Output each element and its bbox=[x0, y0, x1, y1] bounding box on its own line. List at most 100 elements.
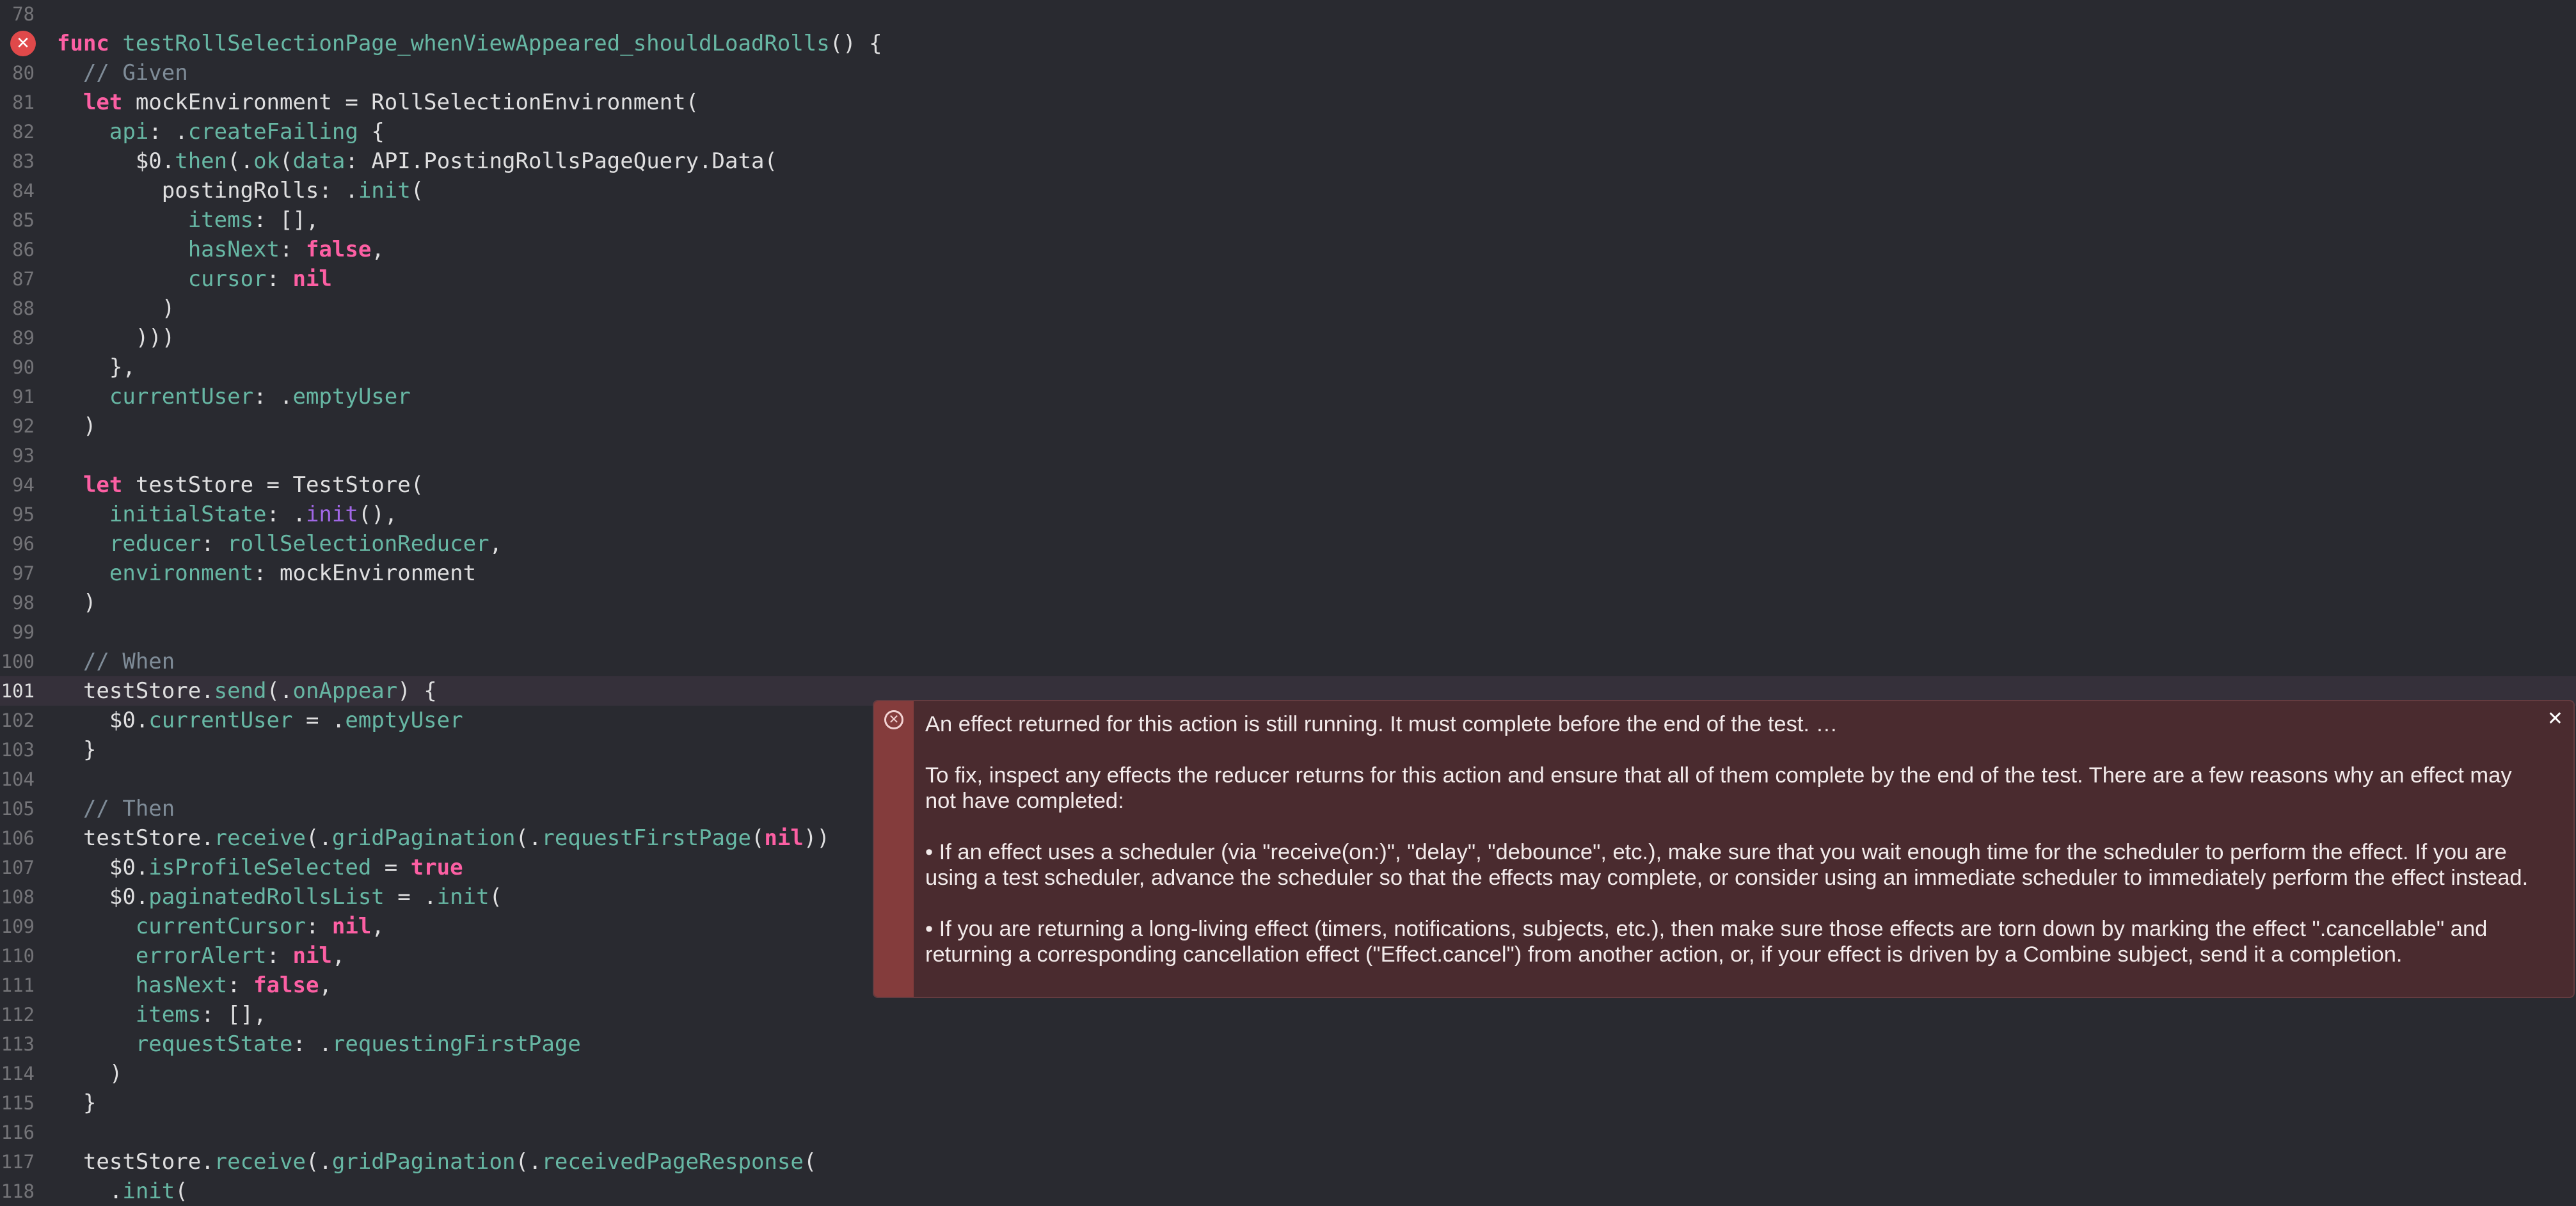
code-token: : bbox=[305, 914, 332, 939]
line-number: 84 bbox=[12, 180, 35, 202]
line-number: 112 bbox=[1, 1004, 35, 1026]
line-number: 113 bbox=[1, 1033, 35, 1055]
line-number: 93 bbox=[12, 445, 35, 466]
code-text: hasNext: false, bbox=[57, 971, 332, 1000]
code-line[interactable]: 92 ) bbox=[0, 411, 2576, 441]
code-line[interactable]: 84 postingRolls: .init( bbox=[0, 176, 2576, 205]
code-line[interactable]: 85 items: [], bbox=[0, 205, 2576, 235]
code-line[interactable]: 97 environment: mockEnvironment bbox=[0, 559, 2576, 588]
code-editor[interactable]: 78 ✕ func testRollSelectionPage_whenViewAp… bbox=[0, 0, 2576, 1204]
code-line[interactable]: 114 ) bbox=[0, 1059, 2576, 1088]
code-line[interactable]: 95 initialState: .init(), bbox=[0, 500, 2576, 529]
code-token: items bbox=[135, 1002, 202, 1027]
code-token: (. bbox=[266, 678, 293, 704]
line-number: 102 bbox=[1, 710, 35, 731]
code-line[interactable]: 86 hasNext: false, bbox=[0, 235, 2576, 264]
code-token: true bbox=[410, 855, 463, 880]
code-line[interactable]: 117 testStore.receive(.gridPagination(.r… bbox=[0, 1147, 2576, 1177]
code-line[interactable]: 88 ) bbox=[0, 294, 2576, 323]
code-token: init bbox=[358, 178, 411, 203]
code-text: currentUser: .emptyUser bbox=[57, 382, 411, 411]
code-token: send bbox=[214, 678, 267, 704]
line-number: 87 bbox=[12, 268, 35, 290]
line-number: 105 bbox=[1, 798, 35, 820]
code-line[interactable]: 90 }, bbox=[0, 353, 2576, 382]
code-token: = bbox=[371, 855, 411, 880]
error-summary: An effect returned for this action is st… bbox=[925, 712, 1838, 736]
line-number: 107 bbox=[1, 857, 35, 878]
code-text: reducer: rollSelectionReducer, bbox=[57, 529, 502, 559]
code-token: $0. bbox=[57, 855, 149, 880]
code-token: init bbox=[305, 502, 358, 527]
code-line[interactable]: 82 api: .createFailing { bbox=[0, 117, 2576, 147]
code-token: then bbox=[175, 148, 228, 174]
code-line[interactable]: 113 requestState: .requestingFirstPage bbox=[0, 1029, 2576, 1059]
line-number: 115 bbox=[1, 1092, 35, 1114]
code-line[interactable]: 112 items: [], bbox=[0, 1000, 2576, 1029]
code-text: $0.currentUser = .emptyUser bbox=[57, 706, 463, 735]
line-number: 118 bbox=[1, 1180, 35, 1202]
code-line[interactable]: ✕ func testRollSelectionPage_whenViewAppe… bbox=[0, 29, 2576, 58]
code-line[interactable]: 116 bbox=[0, 1118, 2576, 1147]
code-token: ( bbox=[410, 178, 424, 203]
line-number: 94 bbox=[12, 474, 35, 496]
line-number: 108 bbox=[1, 886, 35, 908]
code-token: : API.PostingRollsPageQuery.Data( bbox=[345, 148, 777, 174]
code-token: requestState bbox=[135, 1031, 293, 1057]
code-token: { bbox=[358, 119, 385, 145]
code-token: onAppear bbox=[292, 678, 398, 704]
code-token: : bbox=[280, 237, 306, 262]
code-line[interactable]: 100 // When bbox=[0, 647, 2576, 676]
code-line[interactable]: 83 $0.then(.ok(data: API.PostingRollsPag… bbox=[0, 147, 2576, 176]
code-token: // Then bbox=[57, 796, 175, 821]
code-text: api: .createFailing { bbox=[57, 117, 385, 147]
code-line[interactable]: 115 } bbox=[0, 1088, 2576, 1118]
code-line[interactable]: 118 .init( bbox=[0, 1177, 2576, 1206]
code-line[interactable]: 91 currentUser: .emptyUser bbox=[0, 382, 2576, 411]
code-token: errorAlert bbox=[135, 943, 267, 969]
code-text: .init( bbox=[57, 1177, 188, 1206]
code-token: = . bbox=[384, 884, 437, 910]
code-token: : bbox=[266, 266, 293, 292]
code-text: }, bbox=[57, 353, 136, 382]
code-token: hasNext bbox=[187, 237, 280, 262]
code-token: ( bbox=[175, 1178, 188, 1204]
code-token: : . bbox=[292, 1031, 332, 1057]
code-line[interactable]: 78 bbox=[0, 0, 2576, 29]
code-token: $0. bbox=[57, 884, 149, 910]
code-token: ) bbox=[57, 590, 97, 615]
error-bullet-scheduler: • If an effect uses a scheduler (via "re… bbox=[925, 840, 2529, 890]
code-token: ))) bbox=[57, 325, 175, 351]
code-token: ( bbox=[803, 1149, 817, 1175]
close-icon[interactable]: ✕ bbox=[2547, 708, 2563, 731]
code-line[interactable]: 98 ) bbox=[0, 588, 2576, 617]
code-line[interactable]: 81 let mockEnvironment = RollSelectionEn… bbox=[0, 88, 2576, 117]
code-token: let bbox=[83, 472, 123, 498]
code-token: reducer bbox=[109, 531, 202, 557]
code-line[interactable]: 80 // Given bbox=[0, 58, 2576, 88]
error-x-icon[interactable]: ✕ bbox=[10, 31, 36, 56]
code-text: postingRolls: .init( bbox=[57, 176, 424, 205]
code-token: , bbox=[371, 237, 385, 262]
code-line[interactable]: 87 cursor: nil bbox=[0, 264, 2576, 294]
code-line[interactable]: 93 bbox=[0, 441, 2576, 470]
code-text: cursor: nil bbox=[57, 264, 332, 294]
code-token: : . bbox=[266, 502, 306, 527]
code-token: testStore = TestStore( bbox=[122, 472, 424, 498]
code-line[interactable]: 99 bbox=[0, 617, 2576, 647]
code-text: testStore.receive(.gridPagination(.reque… bbox=[57, 823, 830, 853]
code-text: hasNext: false, bbox=[57, 235, 385, 264]
code-line[interactable]: 94 let testStore = TestStore( bbox=[0, 470, 2576, 500]
error-popup: ✕ ✕ An effect returned for this action i… bbox=[873, 700, 2575, 998]
line-number: 99 bbox=[12, 621, 35, 643]
code-token: $0. bbox=[57, 148, 175, 174]
code-line[interactable]: 89 ))) bbox=[0, 323, 2576, 353]
line-number: 101 bbox=[1, 680, 35, 702]
code-line[interactable]: 96 reducer: rollSelectionReducer, bbox=[0, 529, 2576, 559]
